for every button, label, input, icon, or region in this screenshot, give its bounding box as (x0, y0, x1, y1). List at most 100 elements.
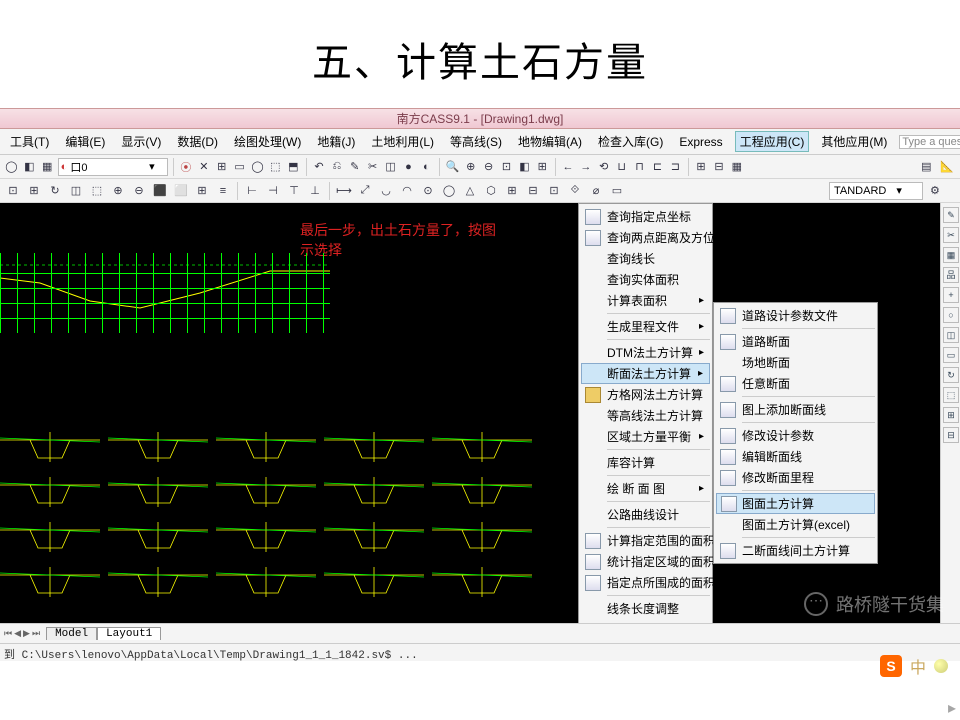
tool-icon[interactable]: ⊤ (285, 182, 303, 200)
command-line[interactable]: 到 C:\Users\lenovo\AppData\Local\Temp\Dra… (0, 643, 960, 661)
style-select[interactable]: TANDARD▾ (829, 182, 923, 200)
tab-nav[interactable]: ⏮◀▶⏭ (4, 628, 40, 639)
tool-icon[interactable]: ⊕ (109, 182, 127, 200)
dim-icon[interactable]: ▭ (608, 182, 626, 200)
menu-item[interactable]: 查询两点距离及方位 (581, 227, 710, 248)
tool-icon[interactable]: ● (401, 158, 416, 176)
dim-icon[interactable]: ⌀ (587, 182, 605, 200)
menu-item[interactable]: 道路设计参数文件 (716, 305, 875, 326)
tool-icon[interactable]: ⚙ (926, 182, 944, 200)
tool-icon[interactable]: ⊡ (499, 158, 514, 176)
tool-icon[interactable]: ⊞ (214, 158, 229, 176)
rt-icon[interactable]: ⬚ (943, 387, 959, 403)
layout-tab[interactable]: Model (46, 627, 97, 640)
menu-item[interactable]: 查询线长 (581, 248, 710, 269)
tool-icon[interactable]: ⊡ (4, 182, 22, 200)
menu-item[interactable]: 图面土方计算 (716, 493, 875, 514)
tool-icon[interactable]: ⦿ (178, 158, 193, 176)
tool-icon[interactable]: ⊕ (463, 158, 478, 176)
dim-icon[interactable]: ◡ (377, 182, 395, 200)
tool-icon[interactable]: ◐ (419, 158, 434, 176)
menu-item[interactable]: 工程应用(C) (735, 131, 810, 152)
rt-icon[interactable]: 品 (943, 267, 959, 283)
dim-icon[interactable]: ◠ (398, 182, 416, 200)
help-input[interactable] (899, 135, 960, 149)
tool-icon[interactable]: ⬛ (151, 182, 169, 200)
menu-item[interactable]: 地籍(J) (313, 132, 359, 151)
tool-icon[interactable]: ⬚ (268, 158, 283, 176)
menu-item[interactable]: 等高线(S) (446, 132, 506, 151)
tool-icon[interactable]: ← (561, 158, 576, 176)
menu-item[interactable]: DTM法土方计算 (581, 342, 710, 363)
menu-item[interactable]: 图上添加断面线 (716, 399, 875, 420)
help-search[interactable] (899, 134, 960, 149)
tool-icon[interactable]: ⊥ (306, 182, 324, 200)
menu-item[interactable]: 查询指定点坐标 (581, 206, 710, 227)
tool-icon[interactable]: ⊞ (535, 158, 550, 176)
menu-item[interactable]: Express (675, 134, 726, 150)
tool-icon[interactable]: ⊞ (193, 182, 211, 200)
tool-icon[interactable]: ⊓ (632, 158, 647, 176)
tool-icon[interactable]: ⊔ (614, 158, 629, 176)
rt-icon[interactable]: ⊟ (943, 427, 959, 443)
tool-icon[interactable]: ⊖ (481, 158, 496, 176)
tool-icon[interactable]: ↻ (46, 182, 64, 200)
cut-icon[interactable]: ✂ (365, 158, 380, 176)
dim-icon[interactable]: ⊞ (503, 182, 521, 200)
eng-app-menu[interactable]: 查询指定点坐标查询两点距离及方位查询线长查询实体面积计算表面积生成里程文件DTM… (578, 203, 713, 623)
menu-item[interactable]: 场地断面 (716, 352, 875, 373)
tool-icon[interactable]: ⊟ (711, 158, 726, 176)
tool-icon[interactable]: ≡ (214, 182, 232, 200)
menu-item[interactable]: 地物编辑(A) (514, 132, 586, 151)
rt-icon[interactable]: ✎ (943, 207, 959, 223)
tool-icon[interactable]: ⬒ (286, 158, 301, 176)
tool-icon[interactable]: ⊐ (668, 158, 683, 176)
menu-item[interactable]: 显示(V) (117, 132, 165, 151)
menu-item[interactable]: 工具(T) (6, 132, 53, 151)
dim-icon[interactable]: ⟼ (335, 182, 353, 200)
dim-icon[interactable]: ⟐ (566, 182, 584, 200)
menu-item[interactable]: 二断面线间土方计算 (716, 540, 875, 561)
tool-icon[interactable]: ⬜ (172, 182, 190, 200)
menu-item[interactable]: 统计指定区域的面积 (581, 551, 710, 572)
menu-item[interactable]: 编辑断面线 (716, 446, 875, 467)
ime-skin-icon[interactable] (934, 659, 948, 673)
menu-item[interactable]: 计算指定范围的面积 (581, 530, 710, 551)
menu-item[interactable]: 图面土方计算(excel) (716, 514, 875, 535)
menu-item[interactable]: 数据(D) (173, 132, 222, 151)
tool-icon[interactable]: ◧ (22, 158, 37, 176)
rt-icon[interactable]: ↻ (943, 367, 959, 383)
tool-icon[interactable]: → (578, 158, 593, 176)
menu-item[interactable]: 绘 断 面 图 (581, 478, 710, 499)
menu-item[interactable]: 等高线法土方计算 (581, 405, 710, 426)
dim-icon[interactable]: ⊡ (545, 182, 563, 200)
menu-item[interactable]: 指定点所围成的面积 (581, 572, 710, 593)
ime-lang[interactable]: 中 (910, 654, 926, 678)
layout-tab[interactable]: Layout1 (97, 627, 161, 640)
zoom-icon[interactable]: 🔍 (445, 158, 461, 176)
tool-icon[interactable]: ⬚ (88, 182, 106, 200)
tool-icon[interactable]: ↶ (312, 158, 327, 176)
menu-item[interactable]: 土地利用(L) (367, 132, 438, 151)
tool-icon[interactable]: ⊣ (264, 182, 282, 200)
rt-icon[interactable]: + (943, 287, 959, 303)
menu-item[interactable]: 断面法土方计算 (581, 363, 710, 384)
menu-item[interactable]: 修改设计参数 (716, 425, 875, 446)
menu-item[interactable]: 检查入库(G) (594, 132, 667, 151)
rt-icon[interactable]: ○ (943, 307, 959, 323)
menu-item[interactable]: 编辑(E) (61, 132, 109, 151)
tool-icon[interactable]: ⊏ (650, 158, 665, 176)
tool-icon[interactable]: ◯ (250, 158, 265, 176)
menu-item[interactable]: 线条长度调整 (581, 598, 710, 619)
rt-icon[interactable]: ▭ (943, 347, 959, 363)
menu-item[interactable]: 任意断面 (716, 373, 875, 394)
tool-icon[interactable]: ⊢ (243, 182, 261, 200)
tool-icon[interactable]: ◫ (67, 182, 85, 200)
tool-icon[interactable]: ✎ (347, 158, 362, 176)
dim-icon[interactable]: ◯ (440, 182, 458, 200)
tool-icon[interactable]: 📐 (938, 158, 956, 176)
section-earthwork-submenu[interactable]: 道路设计参数文件道路断面场地断面任意断面图上添加断面线修改设计参数编辑断面线修改… (713, 302, 878, 564)
menu-item[interactable]: 生成里程文件 (581, 316, 710, 337)
tool-icon[interactable]: ▦ (40, 158, 55, 176)
dim-icon[interactable]: △ (461, 182, 479, 200)
